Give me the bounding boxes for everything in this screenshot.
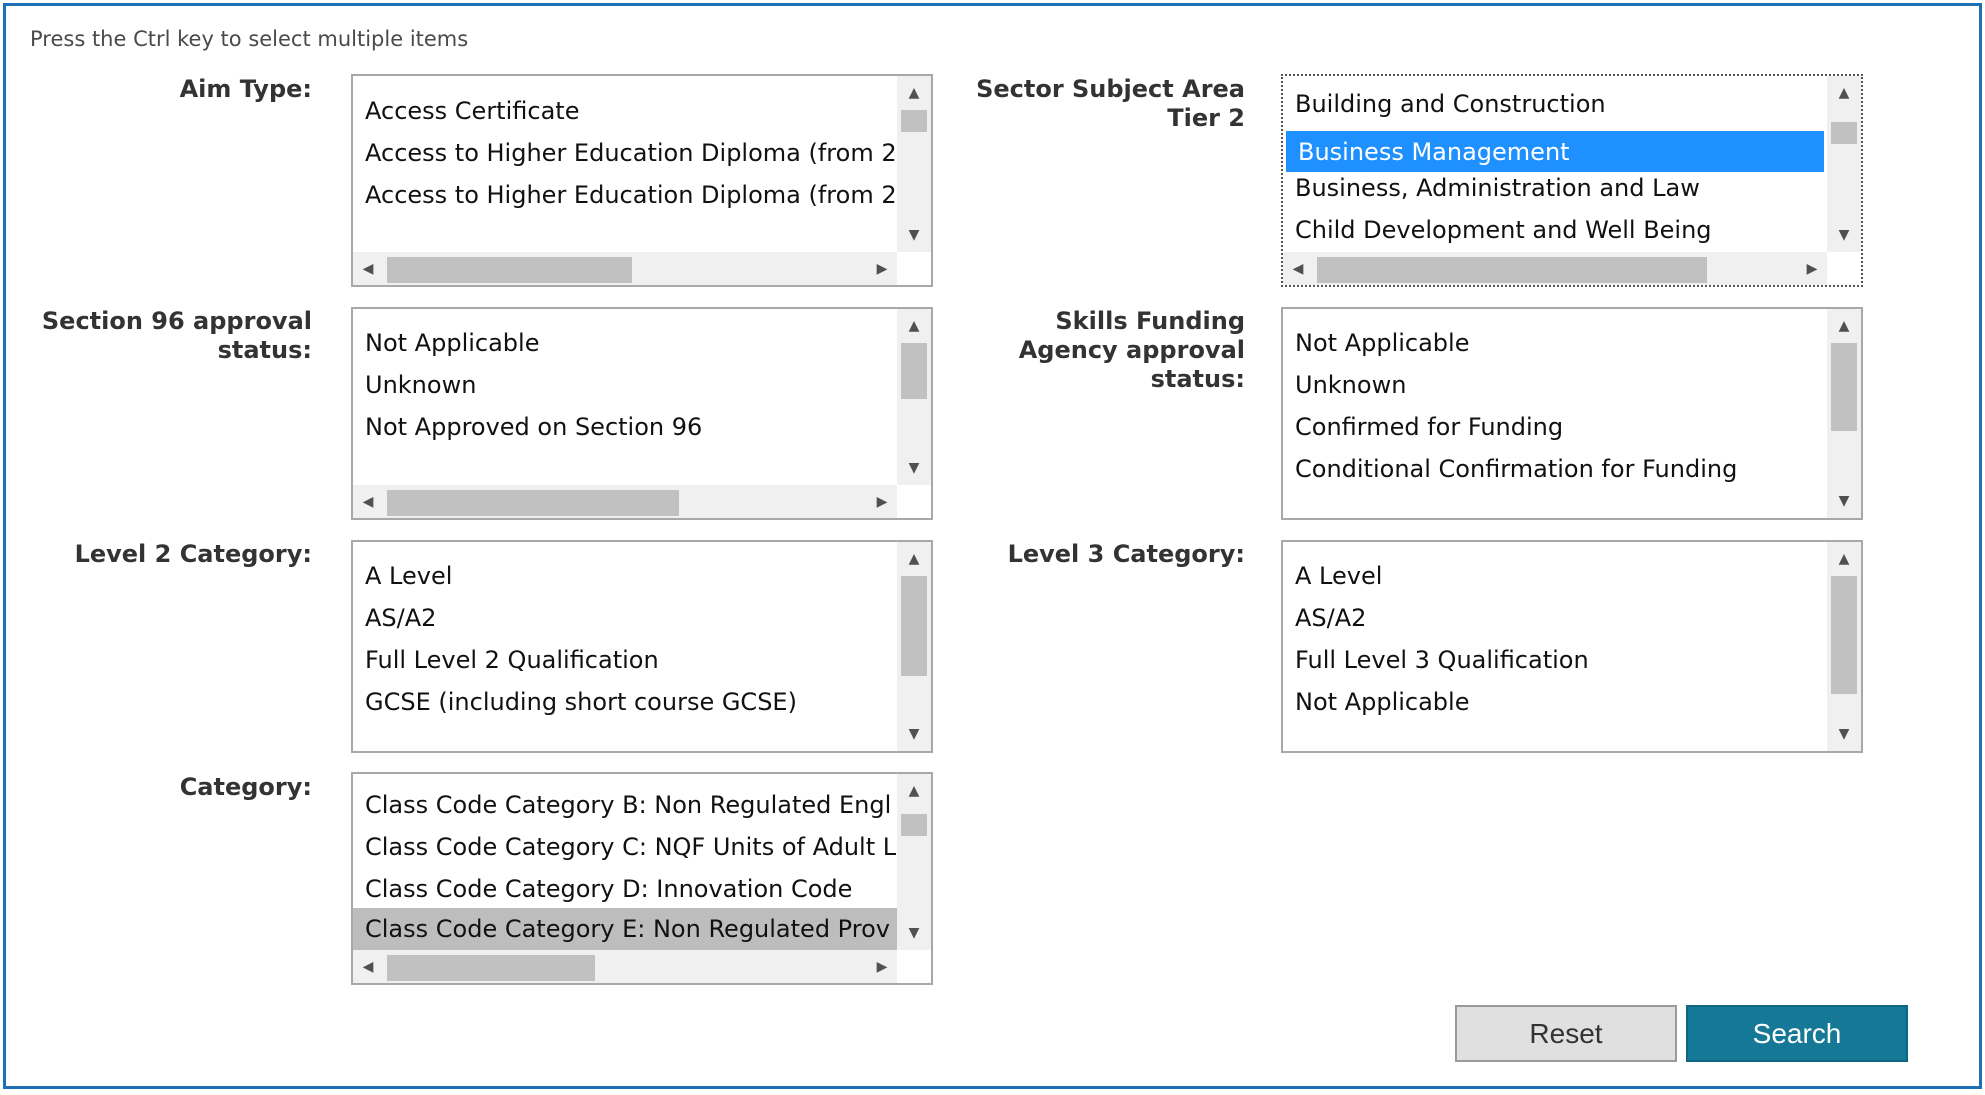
horizontal-scrollbar[interactable]: ◀ ▶	[353, 950, 897, 983]
list-item[interactable]: Class Code Category D: Innovation Code	[353, 868, 897, 910]
list-item[interactable]: Child Development and Well Being	[1283, 209, 1827, 251]
scroll-left-icon[interactable]: ◀	[353, 950, 383, 983]
list-item[interactable]: Full Level 3 Qualification	[1283, 639, 1827, 681]
list-item[interactable]: A Level	[353, 555, 897, 597]
list-item[interactable]: Unknown	[1283, 364, 1827, 406]
list-item[interactable]: AS/A2	[1283, 597, 1827, 639]
category-label: Category:	[179, 773, 312, 801]
scroll-up-icon[interactable]: ▲	[1827, 542, 1861, 576]
level3-category-label: Level 3 Category:	[1007, 540, 1245, 568]
scroll-up-icon[interactable]: ▲	[897, 309, 931, 343]
search-button[interactable]: Search	[1686, 1005, 1908, 1062]
scroll-thumb[interactable]	[1831, 122, 1857, 144]
scroll-right-icon[interactable]: ▶	[867, 485, 897, 518]
list-item[interactable]: Access to Higher Education Diploma (from…	[353, 132, 897, 174]
section96-listbox[interactable]: Not Applicable Unknown Not Approved on S…	[351, 307, 933, 520]
list-item[interactable]: Business, Administration and Law	[1283, 167, 1827, 209]
scroll-up-icon[interactable]: ▲	[1827, 309, 1861, 343]
scroll-thumb[interactable]	[1831, 576, 1857, 694]
scroll-up-icon[interactable]: ▲	[897, 774, 931, 808]
multi-select-hint: Press the Ctrl key to select multiple it…	[30, 27, 469, 51]
list-item[interactable]: Confirmed for Funding	[1283, 406, 1827, 448]
vertical-scrollbar[interactable]: ▲ ▼	[897, 542, 931, 751]
list-item[interactable]: Conditional Confirmation for Funding	[1283, 448, 1827, 490]
scroll-thumb[interactable]	[1831, 343, 1857, 431]
reset-button[interactable]: Reset	[1455, 1005, 1677, 1062]
category-listbox[interactable]: Class Code Category B: Non Regulated Eng…	[351, 772, 933, 985]
list-item[interactable]: Access to Higher Education Diploma (from…	[353, 174, 897, 216]
vertical-scrollbar[interactable]: ▲ ▼	[1827, 76, 1861, 252]
scroll-down-icon[interactable]: ▼	[897, 916, 931, 950]
scroll-up-icon[interactable]: ▲	[897, 542, 931, 576]
horizontal-scrollbar[interactable]: ◀ ▶	[353, 252, 897, 285]
scroll-thumb[interactable]	[901, 110, 927, 132]
scroll-right-icon[interactable]: ▶	[1797, 252, 1827, 285]
list-item-selected[interactable]: Business Management	[1286, 131, 1824, 172]
vertical-scrollbar[interactable]: ▲ ▼	[897, 774, 931, 950]
scroll-thumb[interactable]	[387, 955, 595, 981]
vertical-scrollbar[interactable]: ▲ ▼	[1827, 309, 1861, 518]
list-item[interactable]: Not Approved on Section 96	[353, 406, 897, 448]
list-item[interactable]: Full Level 2 Qualification	[353, 639, 897, 681]
scroll-down-icon[interactable]: ▼	[1827, 218, 1861, 252]
list-item[interactable]: Class Code Category B: Non Regulated Eng…	[353, 784, 897, 826]
scroll-right-icon[interactable]: ▶	[867, 252, 897, 285]
sfa-status-label: Skills Funding Agency approval status:	[1018, 307, 1245, 393]
scroll-up-icon[interactable]: ▲	[897, 76, 931, 110]
scroll-thumb[interactable]	[901, 576, 927, 676]
list-item[interactable]: Unknown	[353, 364, 897, 406]
scroll-right-icon[interactable]: ▶	[867, 950, 897, 983]
scroll-thumb[interactable]	[1317, 257, 1707, 283]
vertical-scrollbar[interactable]: ▲ ▼	[1827, 542, 1861, 751]
list-item[interactable]: Access Certificate	[353, 90, 897, 132]
scroll-down-icon[interactable]: ▼	[1827, 717, 1861, 751]
sfa-status-listbox[interactable]: Not Applicable Unknown Confirmed for Fun…	[1281, 307, 1863, 520]
scroll-down-icon[interactable]: ▼	[897, 451, 931, 485]
scroll-up-icon[interactable]: ▲	[1827, 76, 1861, 110]
list-item[interactable]: A Level	[1283, 555, 1827, 597]
list-item[interactable]: Class Code Category C: NQF Units of Adul…	[353, 826, 897, 868]
sector-tier2-listbox[interactable]: Building and Construction Business Manag…	[1281, 74, 1863, 287]
scroll-left-icon[interactable]: ◀	[353, 485, 383, 518]
scroll-down-icon[interactable]: ▼	[897, 717, 931, 751]
list-item[interactable]: Building and Construction	[1283, 83, 1827, 125]
list-item-selected[interactable]: Class Code Category E: Non Regulated Pro…	[353, 908, 897, 950]
scroll-thumb[interactable]	[901, 343, 927, 399]
list-item[interactable]: GCSE (including short course GCSE)	[353, 681, 897, 723]
list-item[interactable]: Not Applicable	[1283, 681, 1827, 723]
aim-type-listbox[interactable]: Access Certificate Access to Higher Educ…	[351, 74, 933, 287]
scroll-left-icon[interactable]: ◀	[353, 252, 383, 285]
scroll-left-icon[interactable]: ◀	[1283, 252, 1313, 285]
list-item[interactable]: Not Applicable	[1283, 322, 1827, 364]
list-item[interactable]	[353, 774, 897, 782]
sector-tier2-label: Sector Subject Area Tier 2	[976, 75, 1245, 132]
section96-label: Section 96 approval status:	[41, 307, 312, 364]
list-item[interactable]: Not Applicable	[353, 322, 897, 364]
scroll-thumb[interactable]	[387, 257, 632, 283]
horizontal-scrollbar[interactable]: ◀ ▶	[353, 485, 897, 518]
level3-category-listbox[interactable]: A Level AS/A2 Full Level 3 Qualification…	[1281, 540, 1863, 753]
level2-category-listbox[interactable]: A Level AS/A2 Full Level 2 Qualification…	[351, 540, 933, 753]
vertical-scrollbar[interactable]: ▲ ▼	[897, 309, 931, 485]
scroll-down-icon[interactable]: ▼	[897, 218, 931, 252]
scroll-thumb[interactable]	[901, 814, 927, 836]
scroll-thumb[interactable]	[387, 490, 679, 516]
scroll-down-icon[interactable]: ▼	[1827, 484, 1861, 518]
list-item[interactable]: AS/A2	[353, 597, 897, 639]
level2-category-label: Level 2 Category:	[74, 540, 312, 568]
horizontal-scrollbar[interactable]: ◀ ▶	[1283, 252, 1827, 285]
vertical-scrollbar[interactable]: ▲ ▼	[897, 76, 931, 252]
aim-type-label: Aim Type:	[179, 75, 312, 103]
